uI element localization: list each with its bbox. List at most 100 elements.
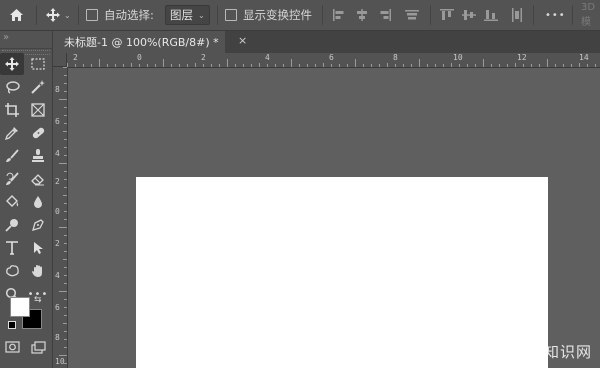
watermark: 爱创根知识网	[495, 343, 592, 361]
stamp-icon	[32, 149, 44, 162]
brush-icon	[6, 149, 19, 162]
type-tool[interactable]	[0, 237, 24, 259]
h-ruler-label: 14	[579, 53, 589, 62]
marquee-tool[interactable]	[26, 53, 50, 75]
hand-tool[interactable]	[26, 260, 50, 282]
chevron-down-icon: ⌄	[198, 10, 205, 20]
align-right-icon	[380, 9, 391, 21]
move-icon	[45, 7, 61, 23]
auto-select-checkbox[interactable]: 自动选择:	[86, 0, 154, 30]
auto-select-target-dropdown[interactable]: 图层 ⌄	[165, 0, 210, 30]
h-ruler-label: 2	[73, 53, 78, 62]
h-ruler-label: 12	[517, 53, 527, 62]
history-brush-tool[interactable]	[0, 168, 24, 190]
swap-colors-icon[interactable]: ⇆	[34, 295, 42, 305]
ruler-origin[interactable]	[53, 53, 67, 67]
distribute-bottom-button[interactable]	[484, 0, 498, 30]
eraser-tool[interactable]	[26, 168, 50, 190]
align-top-icon	[405, 10, 419, 20]
move-tool[interactable]	[0, 53, 24, 75]
document-tab-bar: 未标题-1 @ 100%(RGB/8#) * ×	[53, 31, 600, 53]
canvas-workspace[interactable]: 爱创根知识网	[68, 68, 600, 368]
custom-shape-icon	[5, 265, 19, 277]
lasso-tool[interactable]	[0, 76, 24, 98]
quick-mask-button[interactable]	[0, 336, 24, 358]
v-ruler-label: 6	[55, 303, 60, 312]
path-selection-tool[interactable]	[26, 237, 50, 259]
distribute-center-button[interactable]	[462, 0, 476, 30]
paint-bucket-tool[interactable]	[0, 191, 24, 213]
move-icon	[5, 57, 19, 71]
align-top-button[interactable]	[405, 0, 419, 30]
clone-stamp-tool[interactable]	[26, 145, 50, 167]
arrow-pointer-icon	[34, 242, 43, 254]
v-ruler-label: 2	[55, 239, 60, 248]
hand-icon	[32, 265, 42, 277]
distribute-center-icon	[462, 10, 476, 20]
distribute-h-button[interactable]	[512, 0, 522, 30]
align-left-button[interactable]	[332, 0, 346, 30]
more-options-button[interactable]: •••	[545, 0, 566, 30]
align-right-button[interactable]	[378, 0, 392, 30]
paint-bucket-icon	[5, 195, 18, 207]
eyedropper-tool[interactable]	[0, 122, 24, 144]
separator	[217, 5, 218, 25]
home-icon	[8, 7, 24, 23]
distribute-top-button[interactable]	[440, 0, 454, 30]
home-button[interactable]	[8, 0, 24, 30]
shape-tool[interactable]	[0, 260, 24, 282]
eraser-icon	[31, 174, 44, 186]
blur-tool[interactable]	[26, 191, 50, 213]
v-ruler-label: 4	[55, 149, 60, 158]
move-tool-preset[interactable]: ⌄	[45, 0, 71, 30]
dropdown: 图层 ⌄	[165, 5, 210, 25]
droplet-icon	[34, 196, 42, 208]
checkbox-icon	[86, 9, 98, 21]
history-brush-icon	[6, 172, 19, 185]
default-colors-icon[interactable]	[8, 321, 16, 329]
more-icon: •••	[545, 9, 566, 21]
pen-icon	[32, 219, 44, 231]
document-tab[interactable]: 未标题-1 @ 100%(RGB/8#) *	[53, 31, 225, 53]
separator	[572, 5, 573, 25]
divider	[0, 48, 52, 49]
brush-tool[interactable]	[0, 145, 24, 167]
v-ruler-label: 6	[55, 117, 60, 126]
magic-wand-icon	[30, 80, 45, 94]
healing-brush-tool[interactable]	[26, 122, 50, 144]
v-ruler-label: 8	[55, 333, 60, 342]
document-tab-title: 未标题-1 @ 100%(RGB/8#) *	[64, 36, 219, 49]
frame-icon	[31, 103, 45, 117]
crop-tool[interactable]	[0, 99, 24, 121]
v-ruler-label: 4	[55, 271, 60, 280]
bandage-icon	[32, 127, 44, 139]
show-transform-checkbox[interactable]: 显示变换控件	[225, 0, 312, 30]
h-ruler-label: 8	[393, 53, 398, 62]
chevron-down-icon: ⌄	[64, 10, 71, 20]
frame-tool[interactable]	[26, 99, 50, 121]
h-ruler-label: 6	[329, 53, 334, 62]
dodge-icon	[5, 219, 18, 232]
separator	[78, 5, 79, 25]
screen-mode-button[interactable]	[26, 336, 50, 358]
separator	[322, 5, 323, 25]
document-canvas[interactable]	[136, 177, 548, 368]
align-center-h-icon	[357, 9, 367, 21]
v-ruler-label: 2	[55, 177, 60, 186]
foreground-color-swatch[interactable]	[10, 297, 30, 317]
separator	[36, 5, 37, 25]
3d-mode-text: 3D 模	[581, 2, 596, 28]
distribute-h-icon	[512, 8, 522, 22]
quick-mask-icon	[4, 341, 20, 353]
tools-panel: » ••• ⇆	[0, 31, 53, 368]
horizontal-ruler[interactable]: 2 0 2 4 6 8 10 12 14	[67, 53, 600, 68]
marquee-icon	[31, 58, 45, 70]
align-left-icon	[333, 9, 344, 21]
pen-tool[interactable]	[26, 214, 50, 236]
align-center-h-button[interactable]	[355, 0, 369, 30]
magic-wand-tool[interactable]	[26, 76, 50, 98]
collapse-icon[interactable]: »	[3, 32, 9, 43]
vertical-ruler[interactable]: 8 6 4 2 0 2 4 6 8 10	[53, 67, 68, 368]
dodge-tool[interactable]	[0, 214, 24, 236]
close-tab-icon[interactable]: ×	[238, 34, 247, 47]
